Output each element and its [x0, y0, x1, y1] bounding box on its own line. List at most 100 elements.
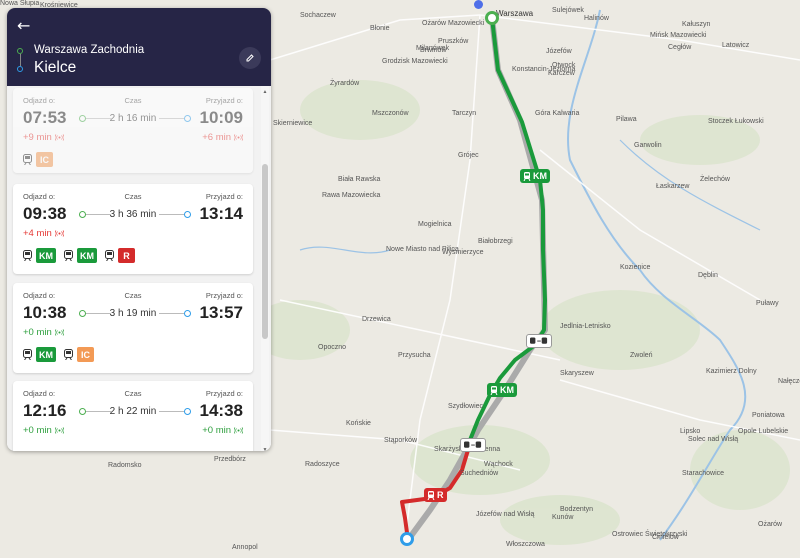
- live-signal-icon: [54, 427, 64, 434]
- map-place-label: Pruszków: [438, 38, 469, 45]
- current-location-dot: [474, 0, 483, 9]
- map-place-label: Starachowice: [682, 470, 725, 477]
- timeline-line: [159, 411, 184, 412]
- train-icon: [490, 385, 498, 395]
- route-segment-badge-km-1[interactable]: KM: [520, 169, 550, 183]
- dest-map-pin[interactable]: [400, 532, 414, 546]
- connections-list[interactable]: Odjazd o: Czas Przyjazd o: 07:53 2 h 16 min 1…: [7, 86, 271, 451]
- connections-panel: ← Warszawa Zachodnia Kielce Odjazd o: Cza…: [7, 8, 271, 451]
- departure-delay: +9 min: [23, 132, 64, 143]
- map-place-label: Garwolin: [634, 142, 662, 149]
- map-place-label: Skierniewice: [273, 120, 313, 127]
- arrival-time: 13:14: [199, 204, 243, 223]
- map-place-label: Skaryszew: [560, 370, 594, 377]
- origin-map-pin[interactable]: [485, 11, 499, 25]
- transfer-marker[interactable]: [460, 438, 486, 452]
- connection-card[interactable]: Odjazd o: Czas Przyjazd o: 12:16 2 h 22 min 1…: [13, 381, 253, 451]
- departure-delay: +0 min: [23, 327, 64, 338]
- map-place-label: Białobrzegi: [478, 238, 513, 245]
- arrival-label: Przyjazd o:: [205, 96, 243, 105]
- map-place-label: Brwinów: [420, 47, 447, 54]
- map-place-label: Grodzisk Mazowiecki: [382, 58, 448, 65]
- carrier-badge-km: KM: [36, 248, 56, 263]
- destination-dot-icon: [184, 310, 191, 317]
- departure-delay: +4 min: [23, 228, 64, 239]
- destination-dot-icon: [184, 408, 191, 415]
- map-place-label: Józefów nad Wisłą: [476, 511, 535, 518]
- map-place-label: Konstancin-Jeziorna: [512, 66, 576, 73]
- map-place-label: Opoczno: [318, 344, 347, 351]
- carrier-badge-r: R: [118, 248, 135, 263]
- destination-station[interactable]: Kielce: [34, 59, 76, 77]
- map-place-label: Błonie: [370, 25, 390, 32]
- map-place-label: Kozienice: [620, 264, 651, 271]
- map-place-label: Solec nad Wisłą: [688, 436, 739, 443]
- map-place-label: Annopol: [232, 544, 258, 551]
- map-place-label: Rawa Mazowiecka: [322, 192, 381, 199]
- map-place-label: Radomsko: [108, 462, 142, 469]
- arrival-delay: +0 min: [202, 425, 243, 436]
- back-arrow-icon[interactable]: ←: [17, 18, 30, 34]
- transfer-icon: [464, 440, 482, 448]
- map-place-label: Ćmielów: [652, 534, 679, 541]
- map-place-label: Suchedniów: [460, 470, 499, 477]
- arrival-label: Przyjazd o:: [205, 291, 243, 300]
- connection-card[interactable]: Odjazd o: Czas Przyjazd o: 09:38 3 h 36 min 1…: [13, 184, 253, 274]
- map-place-label: Lipsko: [680, 428, 701, 435]
- map-place-label: Kałuszyn: [682, 21, 711, 28]
- map-place-label: Ożarów: [758, 521, 783, 528]
- map-place-label: Tarczyn: [452, 110, 477, 117]
- map-place-label: Halinów: [584, 15, 609, 22]
- train-icon: [23, 154, 32, 165]
- map-place-label: Końskie: [346, 420, 371, 427]
- map-place-label: Zwoleń: [630, 352, 653, 359]
- map-place-label: Mszczonów: [372, 110, 409, 117]
- train-icon: [427, 490, 435, 500]
- train-segments: KM IC: [23, 347, 98, 362]
- carrier-badge-km: KM: [77, 248, 97, 263]
- map-place-label: Opole Lubelskie: [738, 428, 789, 435]
- map-place-label: Wąchock: [484, 461, 513, 468]
- connection-card[interactable]: Odjazd o: Czas Przyjazd o: 07:53 2 h 16 min 1…: [13, 88, 253, 173]
- connection-card[interactable]: Odjazd o: Czas Przyjazd o: 10:38 3 h 19 min 1…: [13, 283, 253, 373]
- route-line: [19, 54, 21, 66]
- carrier-badge-ic: IC: [36, 152, 53, 167]
- map-place-label: Grójec: [458, 152, 479, 159]
- map-place-label: Poniatowa: [752, 412, 785, 419]
- scroll-down-arrow-icon[interactable]: ▼: [262, 448, 268, 452]
- train-segments: IC: [23, 152, 57, 167]
- train-icon: [23, 250, 32, 261]
- origin-station[interactable]: Warszawa Zachodnia: [34, 44, 144, 56]
- map-place-label: Józefów: [546, 48, 572, 55]
- train-segments: KM KM R: [23, 248, 139, 263]
- scroll-up-arrow-icon[interactable]: ▲: [262, 90, 268, 95]
- arrival-time: 13:57: [199, 303, 243, 322]
- destination-dot-icon: [184, 211, 191, 218]
- arrival-time: 14:38: [199, 401, 243, 420]
- route-segment-badge-r[interactable]: R: [424, 488, 447, 502]
- live-signal-icon: [54, 230, 64, 237]
- scrollbar-thumb[interactable]: [262, 164, 268, 339]
- map-place-label: Warszawa: [496, 9, 534, 18]
- map-place-label: Radoszyce: [305, 461, 340, 468]
- map-place-label: Łaskarzew: [656, 183, 690, 190]
- map-place-label: Włoszczowa: [506, 541, 545, 548]
- map-place-label: Kazimierz Dolny: [706, 368, 757, 375]
- route-segment-badge-km-2[interactable]: KM: [487, 383, 517, 397]
- map-place-label: Jedlnia-Letnisko: [560, 323, 611, 330]
- map-place-label: Kunów: [552, 514, 574, 521]
- map-place-label: Przysucha: [398, 352, 431, 359]
- departure-delay: +0 min: [23, 425, 64, 436]
- arrival-label: Przyjazd o:: [205, 389, 243, 398]
- map-place-label: Dęblin: [698, 272, 718, 279]
- map-place-label: Wyśmierzyce: [442, 249, 484, 256]
- timeline-line: [159, 313, 184, 314]
- edit-route-button[interactable]: [239, 47, 261, 69]
- route-header: ← Warszawa Zachodnia Kielce: [7, 8, 271, 86]
- map-place-label: Nowa Słupia: [0, 0, 40, 7]
- transfer-marker[interactable]: [526, 334, 552, 348]
- transfer-icon: [530, 336, 548, 344]
- map-place-label: Sochaczew: [300, 12, 336, 19]
- train-icon: [523, 171, 531, 181]
- map-place-label: Mogielnica: [418, 221, 452, 228]
